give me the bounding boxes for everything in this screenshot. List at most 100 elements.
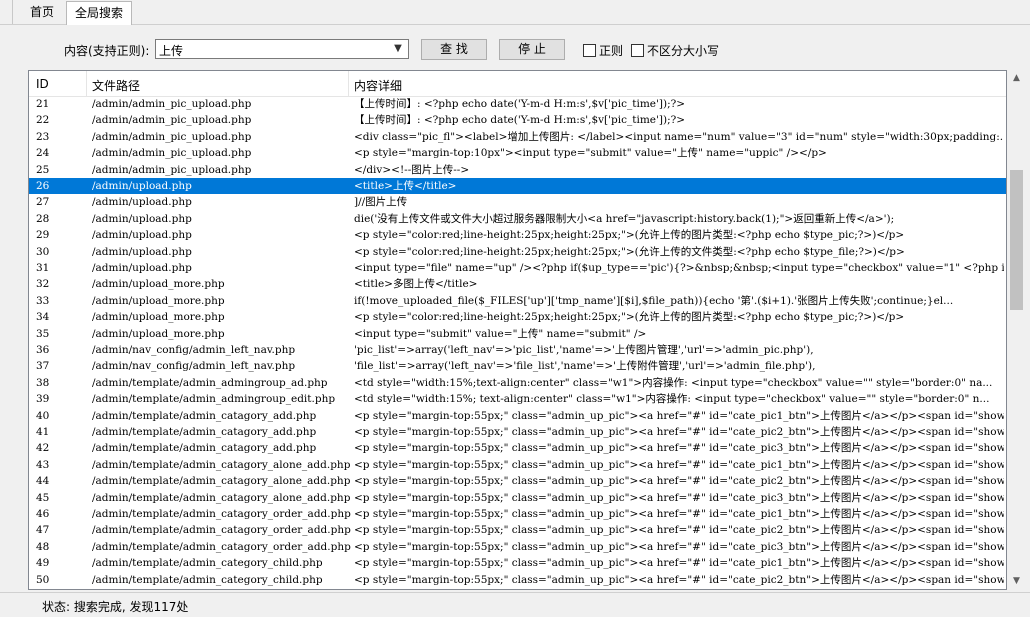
checkbox-box[interactable] [631, 44, 644, 57]
row-id: 27 [36, 196, 50, 209]
tab-global-search[interactable]: 全局搜索 [66, 1, 133, 25]
row-id: 31 [36, 262, 50, 274]
row-path: /admin/upload_more.php [92, 311, 225, 324]
row-detail: ]//图片上传 [354, 196, 408, 209]
row-detail: <p style="margin-top:55px;" class="admin… [354, 458, 1004, 471]
row-id: 38 [36, 376, 50, 389]
row-detail: <p style="margin-top:55px;" class="admin… [354, 409, 1004, 422]
table-row[interactable]: 40/admin/template/admin_catagory_add.php… [29, 408, 1006, 424]
row-id: 32 [36, 278, 50, 291]
row-id: 45 [36, 491, 50, 504]
row-detail: <p style="margin-top:55px;" class="admin… [354, 573, 1004, 586]
scroll-thumb[interactable] [1010, 170, 1023, 310]
table-row[interactable]: 24/admin/admin_pic_upload.php <p style="m… [29, 145, 1006, 161]
row-detail: <title>上传</title> [354, 180, 457, 192]
row-id: 39 [36, 393, 50, 406]
scroll-down-icon[interactable]: ▼ [1008, 573, 1025, 590]
row-id: 26 [36, 180, 50, 192]
row-detail: <p style="margin-top:55px;" class="admin… [354, 475, 1004, 488]
row-detail: <p style="margin-top:55px;" class="admin… [354, 491, 1004, 504]
find-button[interactable]: 查 找 [421, 39, 487, 60]
row-id: 21 [36, 98, 50, 110]
row-id: 36 [36, 344, 50, 356]
table-row[interactable]: 29/admin/upload.php <p style="color:red;l… [29, 227, 1006, 243]
row-path: /admin/upload.php [92, 212, 192, 225]
table-row[interactable]: 30/admin/upload.php <p style="color:red;l… [29, 244, 1006, 260]
row-detail: 【上传时间】: <?php echo date('Y-m-d H:m:s',$v… [354, 98, 686, 110]
row-detail: </div><!--图片上传--> [354, 163, 470, 176]
table-row[interactable]: 32/admin/upload_more.php <title>多图上传</tit… [29, 276, 1006, 292]
scroll-up-icon[interactable]: ▲ [1008, 70, 1025, 87]
row-detail: <input type="file" name="up" /><?php if(… [354, 262, 1004, 274]
table-row[interactable]: 27/admin/upload.php ]//图片上传 [29, 194, 1006, 210]
table-row[interactable]: 25/admin/admin_pic_upload.php </div><!--图… [29, 162, 1006, 178]
checkbox-box[interactable] [583, 44, 596, 57]
row-id: 40 [36, 409, 50, 422]
table-row[interactable]: 23/admin/admin_pic_upload.php <div class=… [29, 129, 1006, 145]
row-path: /admin/template/admin_admingroup_edit.ph… [92, 393, 336, 406]
row-detail: <p style="margin-top:55px;" class="admin… [354, 557, 1004, 570]
regex-label: 正则 [599, 44, 624, 58]
table-row[interactable]: 41/admin/template/admin_catagory_add.php… [29, 424, 1006, 440]
table-row[interactable]: 48/admin/template/admin_catagory_order_a… [29, 539, 1006, 555]
table-row[interactable]: 42/admin/template/admin_catagory_add.php… [29, 440, 1006, 456]
row-path: /admin/template/admin_catagory_add.php [92, 426, 317, 438]
row-detail: <div class="pic_fl"><label>增加上传图片: </lab… [354, 130, 1004, 143]
column-header-detail[interactable]: 内容详细 [354, 77, 402, 94]
row-id: 22 [36, 114, 50, 127]
tab-home[interactable]: 首页 [22, 2, 62, 22]
row-path: /admin/template/admin_category_child.php [92, 573, 323, 586]
table-row[interactable]: 44/admin/template/admin_catagory_alone_a… [29, 473, 1006, 489]
vertical-scrollbar[interactable]: ▲ ▼ [1008, 70, 1025, 590]
row-detail: <p style="margin-top:55px;" class="admin… [354, 442, 1004, 455]
table-row[interactable]: 50/admin/template/admin_category_child.p… [29, 572, 1006, 588]
search-label: 内容(支持正则): [64, 44, 150, 58]
table-row[interactable]: 43/admin/template/admin_catagory_alone_a… [29, 457, 1006, 473]
results-table: ID 文件路径 内容详细 21/admin/admin_pic_upload.p… [28, 70, 1007, 590]
row-detail: <input type="submit" value="上传" name="su… [354, 327, 647, 340]
search-input[interactable]: 上传 [159, 42, 183, 59]
row-id: 44 [36, 475, 50, 488]
row-path: /admin/admin_pic_upload.php [92, 98, 252, 110]
tab-bar-edge [0, 0, 13, 24]
table-row[interactable]: 31/admin/upload.php <input type="file" na… [29, 260, 1006, 276]
row-id: 25 [36, 163, 50, 176]
column-header-id[interactable]: ID [36, 77, 49, 91]
row-path: /admin/template/admin_catagory_alone_add… [92, 491, 351, 504]
table-row[interactable]: 35/admin/upload_more.php <input type="sub… [29, 326, 1006, 342]
column-header-path[interactable]: 文件路径 [92, 77, 140, 94]
table-row[interactable]: 36/admin/nav_config/admin_left_nav.php 'p… [29, 342, 1006, 358]
table-row[interactable]: 21/admin/admin_pic_upload.php 【上传时间】: <?p… [29, 96, 1006, 112]
regex-checkbox[interactable]: 正则 [583, 42, 623, 59]
table-row[interactable]: 38/admin/template/admin_admingroup_ad.ph… [29, 375, 1006, 391]
table-row[interactable]: 39/admin/template/admin_admingroup_edit.… [29, 391, 1006, 407]
row-detail: <p style="margin-top:10px"><input type="… [354, 147, 827, 160]
chevron-down-icon[interactable]: ▼ [390, 41, 406, 57]
row-path: /admin/upload_more.php [92, 327, 225, 340]
table-row[interactable]: 45/admin/template/admin_catagory_alone_a… [29, 490, 1006, 506]
table-row[interactable]: 33/admin/upload_more.php if(!move_uploade… [29, 293, 1006, 309]
table-row[interactable]: 22/admin/admin_pic_upload.php 【上传时间】: <?p… [29, 112, 1006, 128]
table-row[interactable]: 34/admin/upload_more.php <p style="color:… [29, 309, 1006, 325]
table-row[interactable]: 37/admin/nav_config/admin_left_nav.php 'f… [29, 358, 1006, 374]
table-row[interactable]: 46/admin/template/admin_catagory_order_a… [29, 506, 1006, 522]
column-divider[interactable] [86, 71, 87, 96]
row-detail: <p style="color:red;line-height:25px;hei… [354, 229, 905, 242]
table-row[interactable]: 49/admin/template/admin_category_child.p… [29, 555, 1006, 571]
row-path: /admin/template/admin_admingroup_ad.php [92, 376, 328, 389]
row-id: 47 [36, 524, 50, 537]
row-path: /admin/upload.php [92, 196, 192, 209]
table-row[interactable]: 47/admin/template/admin_catagory_order_a… [29, 522, 1006, 538]
row-path: /admin/admin_pic_upload.php [92, 163, 252, 176]
column-divider[interactable] [348, 71, 349, 96]
table-row[interactable]: 28/admin/upload.php die('没有上传文件或文件大小超过服务器… [29, 211, 1006, 227]
row-detail: 【上传时间】: <?php echo date('Y-m-d H:m:s',$v… [354, 114, 686, 127]
row-detail: <p style="color:red;line-height:25px;hei… [354, 311, 905, 324]
case-insensitive-checkbox[interactable]: 不区分大小写 [631, 42, 719, 59]
stop-button[interactable]: 停 止 [499, 39, 565, 60]
row-path: /admin/upload.php [92, 262, 192, 274]
search-combobox[interactable]: 上传 ▼ [155, 39, 409, 59]
table-row[interactable]: 26/admin/upload.php <title>上传</title> [29, 178, 1006, 195]
row-id: 37 [36, 360, 50, 373]
row-detail: if(!move_uploaded_file($_FILES['up']['tm… [354, 294, 954, 307]
